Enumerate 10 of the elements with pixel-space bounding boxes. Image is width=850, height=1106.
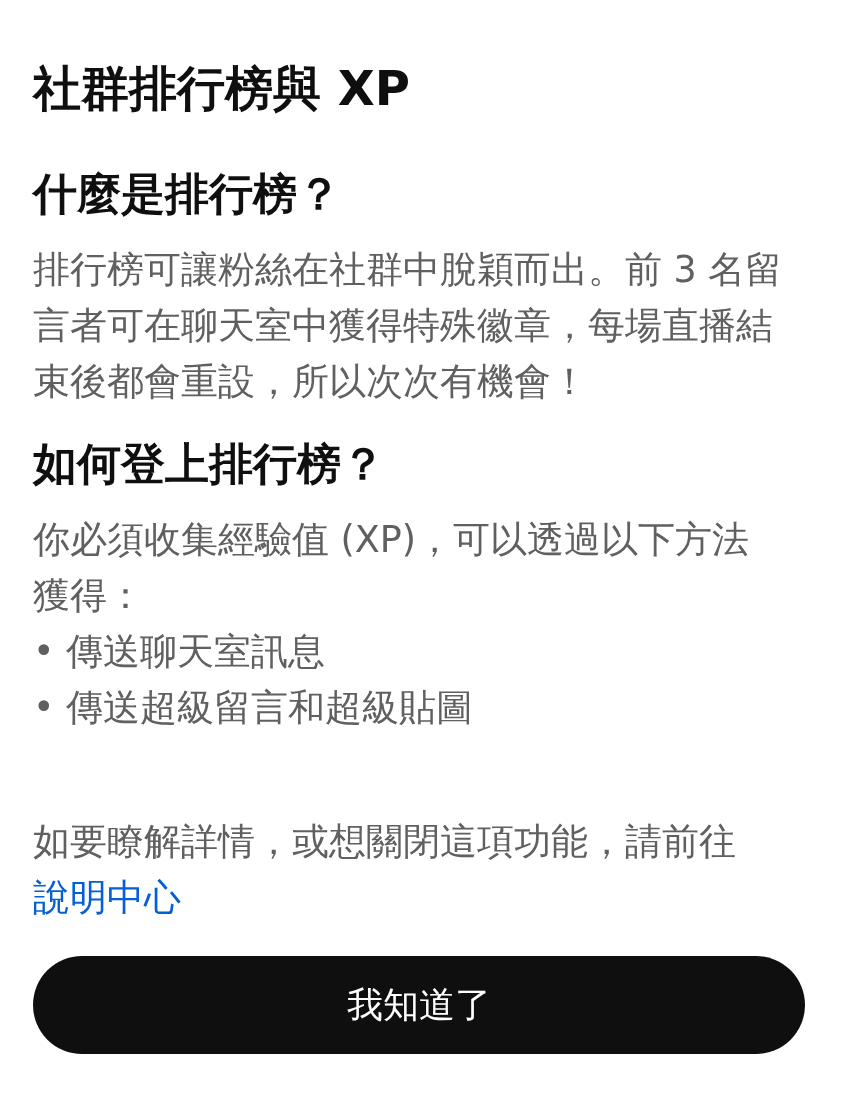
bullet-item: • 傳送聊天室訊息: [33, 629, 327, 675]
help-center-link[interactable]: 說明中心: [33, 876, 181, 919]
section-heading: 什麼是排行榜？: [33, 167, 342, 221]
bullet-item: • 傳送超級留言和超級貼圖: [33, 685, 475, 731]
section-paragraph: 你必須收集經驗值 (XP)，可以透過以下方法獲得：: [33, 517, 751, 619]
section-heading: 如何登上排行榜？: [33, 437, 386, 491]
got-it-button[interactable]: 我知道了: [33, 956, 805, 1054]
section-paragraph: 排行榜可讓粉絲在社群中脫穎而出。前 3 名留言者可在聊天室中獲得特殊徽章，每場直播結束後都會重設，所以次次有機會！: [33, 247, 784, 405]
help-text: 如要瞭解詳情，或想關閉這項功能，請前往 說明中心: [33, 819, 737, 921]
dialog-title: 社群排行榜與 XP: [33, 59, 411, 118]
